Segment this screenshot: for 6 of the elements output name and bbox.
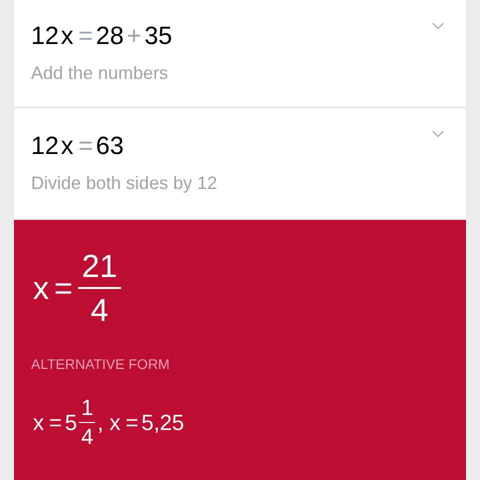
step-hint: Add the numbers	[31, 62, 168, 85]
alternative-form-label: ALTERNATIVE FORM	[31, 355, 170, 374]
step-hint: Divide both sides by 12	[31, 172, 218, 195]
step-equation: 12x =63	[31, 131, 124, 162]
step-equation: 12x =28+35	[31, 21, 172, 52]
step-row[interactable]: 12x =28+35 Add the numbers	[14, 0, 466, 108]
